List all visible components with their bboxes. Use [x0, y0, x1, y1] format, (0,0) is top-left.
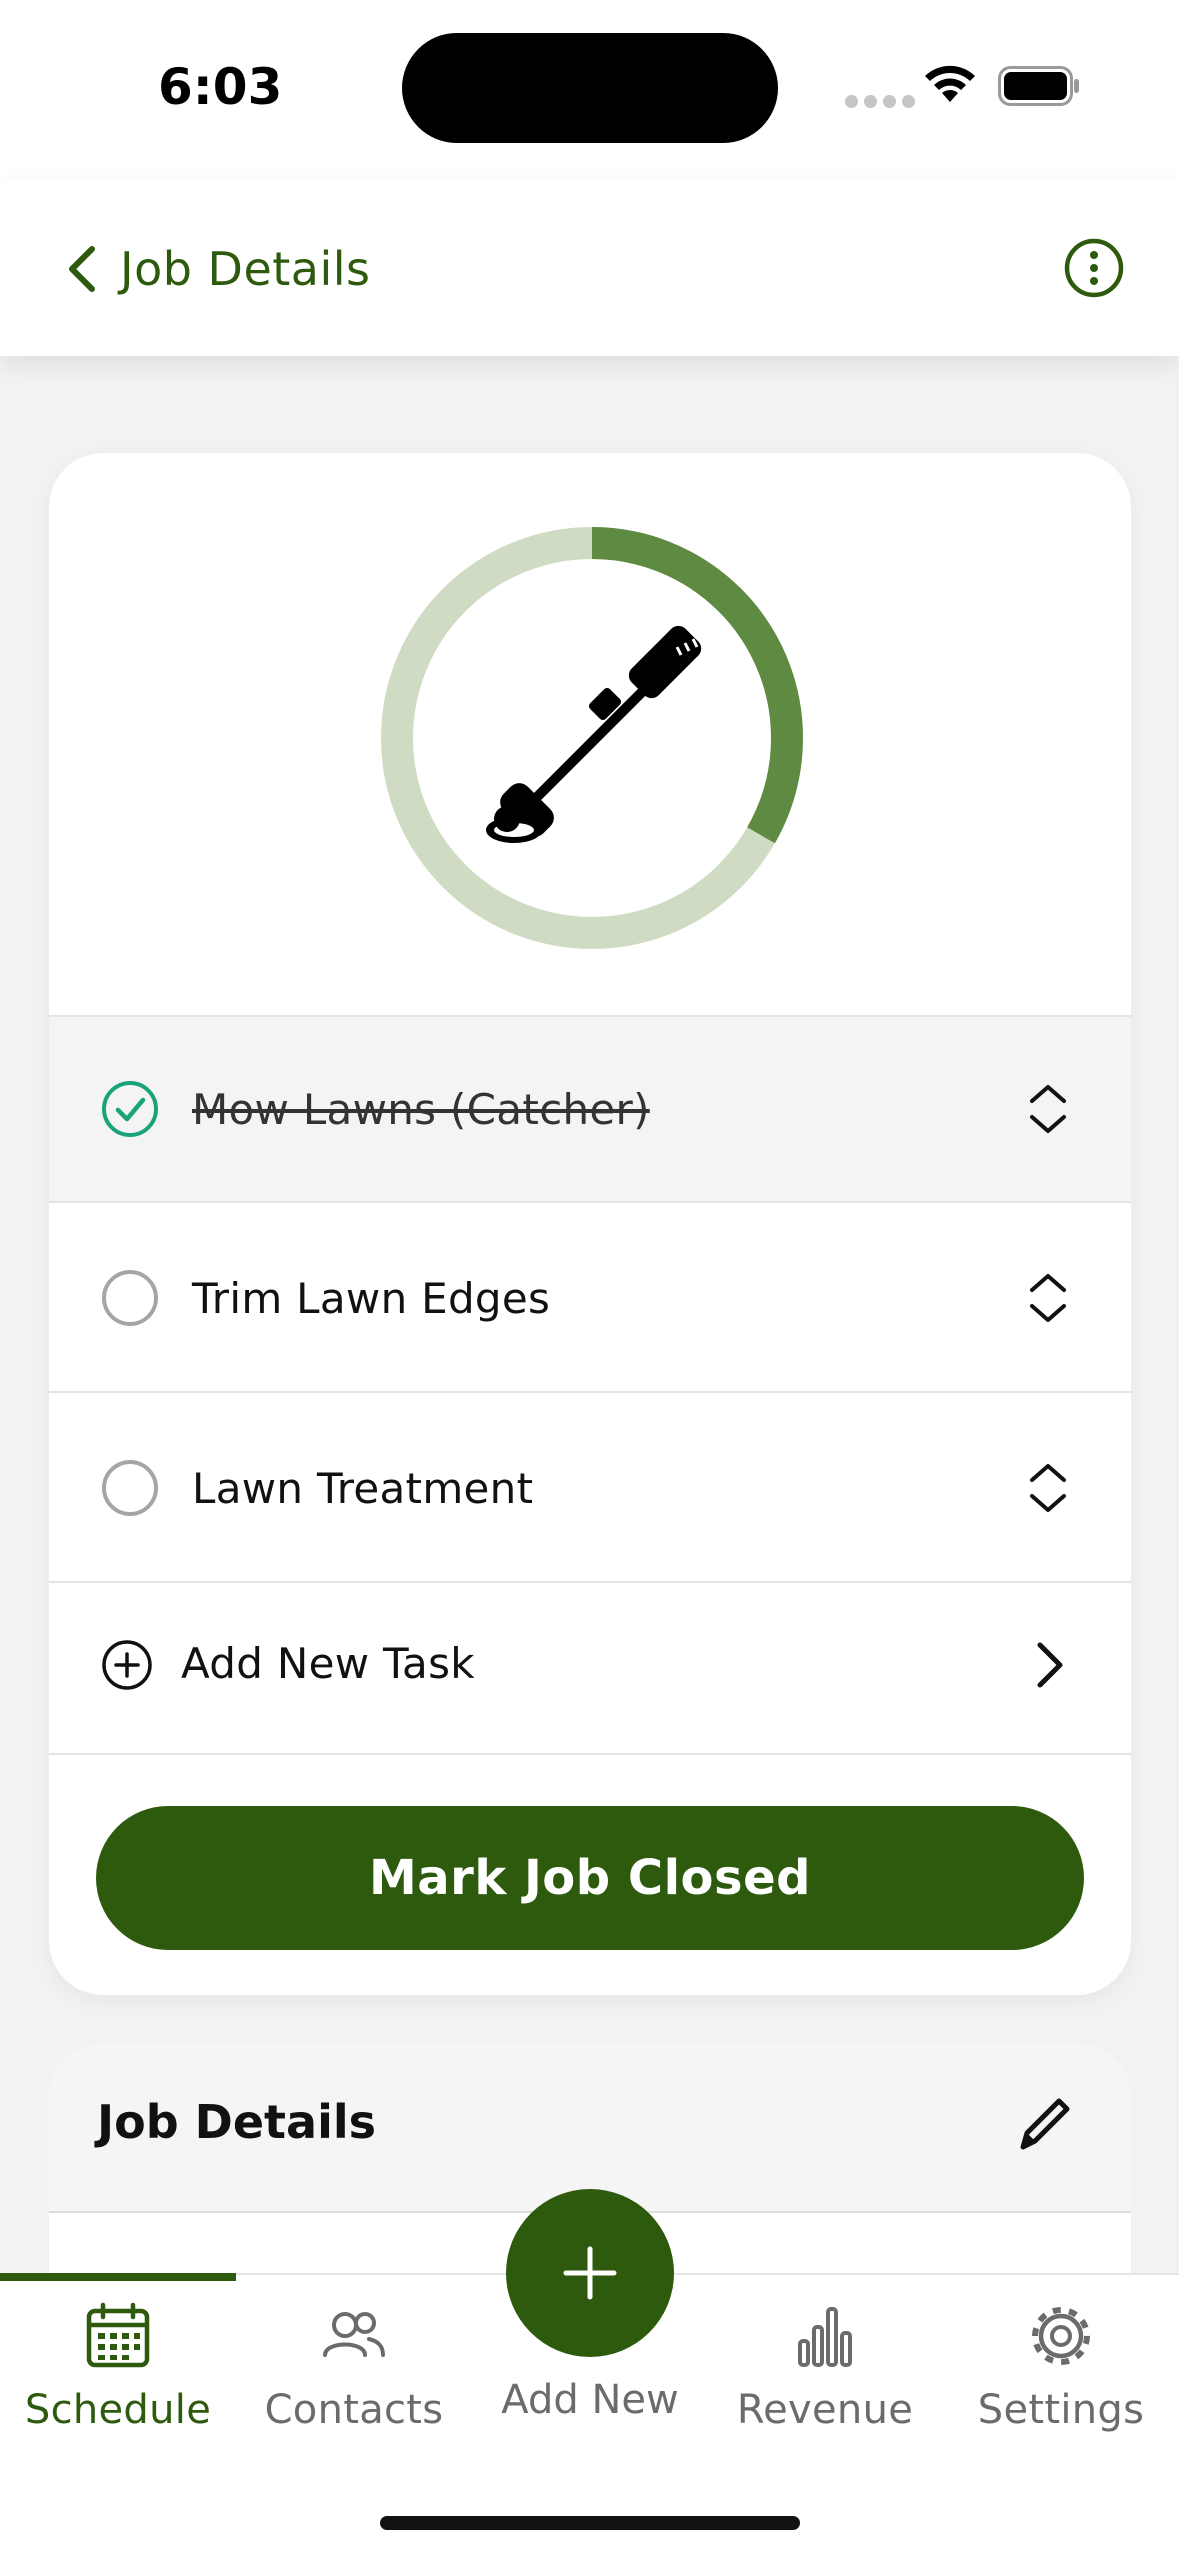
dynamic-island	[402, 33, 778, 143]
empty-circle-icon[interactable]	[101, 1459, 159, 1517]
users-icon	[323, 2312, 385, 2357]
chevron-right-icon	[1037, 1642, 1063, 1688]
section-title: Job Details	[97, 2095, 376, 2149]
reorder-handle-icon[interactable]	[1024, 1270, 1072, 1326]
plus-circle-icon	[102, 1640, 152, 1690]
task-row[interactable]: Trim Lawn Edges	[49, 1205, 1131, 1393]
mark-job-closed-button[interactable]: Mark Job Closed	[96, 1806, 1084, 1950]
tab-revenue[interactable]: Revenue	[707, 2301, 943, 2451]
status-bar: 6:03	[0, 0, 1179, 180]
add-task-label: Add New Task	[181, 1639, 475, 1688]
checkmark-circle-icon[interactable]	[101, 1080, 159, 1138]
status-time: 6:03	[158, 58, 283, 116]
empty-circle-icon[interactable]	[101, 1269, 159, 1327]
tab-settings[interactable]: Settings	[943, 2301, 1179, 2451]
tab-label: Revenue	[736, 2387, 914, 2433]
more-options-button[interactable]	[1063, 237, 1125, 299]
pencil-icon[interactable]	[1009, 2087, 1081, 2159]
more-vertical-icon	[1064, 238, 1124, 298]
reorder-handle-icon[interactable]	[1024, 1081, 1072, 1137]
reorder-handle-icon[interactable]	[1024, 1460, 1072, 1516]
gear-icon	[1032, 2307, 1090, 2365]
wifi-icon	[925, 65, 975, 102]
tab-contacts[interactable]: Contacts	[236, 2301, 472, 2451]
add-task-row[interactable]: Add New Task	[49, 1583, 1131, 1755]
progress-ring	[381, 527, 803, 949]
cellular-signal-icon	[845, 95, 915, 108]
tab-label: Contacts	[264, 2387, 444, 2433]
active-tab-indicator	[0, 2273, 236, 2281]
back-button[interactable]: Job Details	[62, 236, 371, 302]
bar-chart-icon	[798, 2307, 852, 2367]
job-progress-card: Mow Lawns (Catcher) Trim Lawn Edges Lawn…	[49, 453, 1131, 1995]
tab-schedule[interactable]: Schedule	[0, 2301, 236, 2451]
task-row[interactable]: Mow Lawns (Catcher)	[49, 1015, 1131, 1203]
calendar-icon	[86, 2302, 150, 2368]
nav-header: Job Details	[0, 180, 1179, 356]
add-new-button[interactable]	[506, 2189, 674, 2357]
task-label: Mow Lawns (Catcher)	[192, 1084, 650, 1134]
task-label: Lawn Treatment	[192, 1463, 534, 1513]
add-new-label[interactable]: Add New	[470, 2377, 710, 2423]
page-title: Job Details	[120, 242, 371, 296]
tab-label: Settings	[977, 2387, 1145, 2433]
battery-icon	[998, 66, 1079, 106]
tab-label: Schedule	[24, 2387, 212, 2433]
task-label: Trim Lawn Edges	[192, 1273, 551, 1323]
home-indicator	[380, 2516, 800, 2530]
string-trimmer-icon	[486, 625, 702, 843]
task-row[interactable]: Lawn Treatment	[49, 1395, 1131, 1583]
plus-icon	[563, 2246, 617, 2300]
chevron-left-icon	[69, 246, 95, 292]
